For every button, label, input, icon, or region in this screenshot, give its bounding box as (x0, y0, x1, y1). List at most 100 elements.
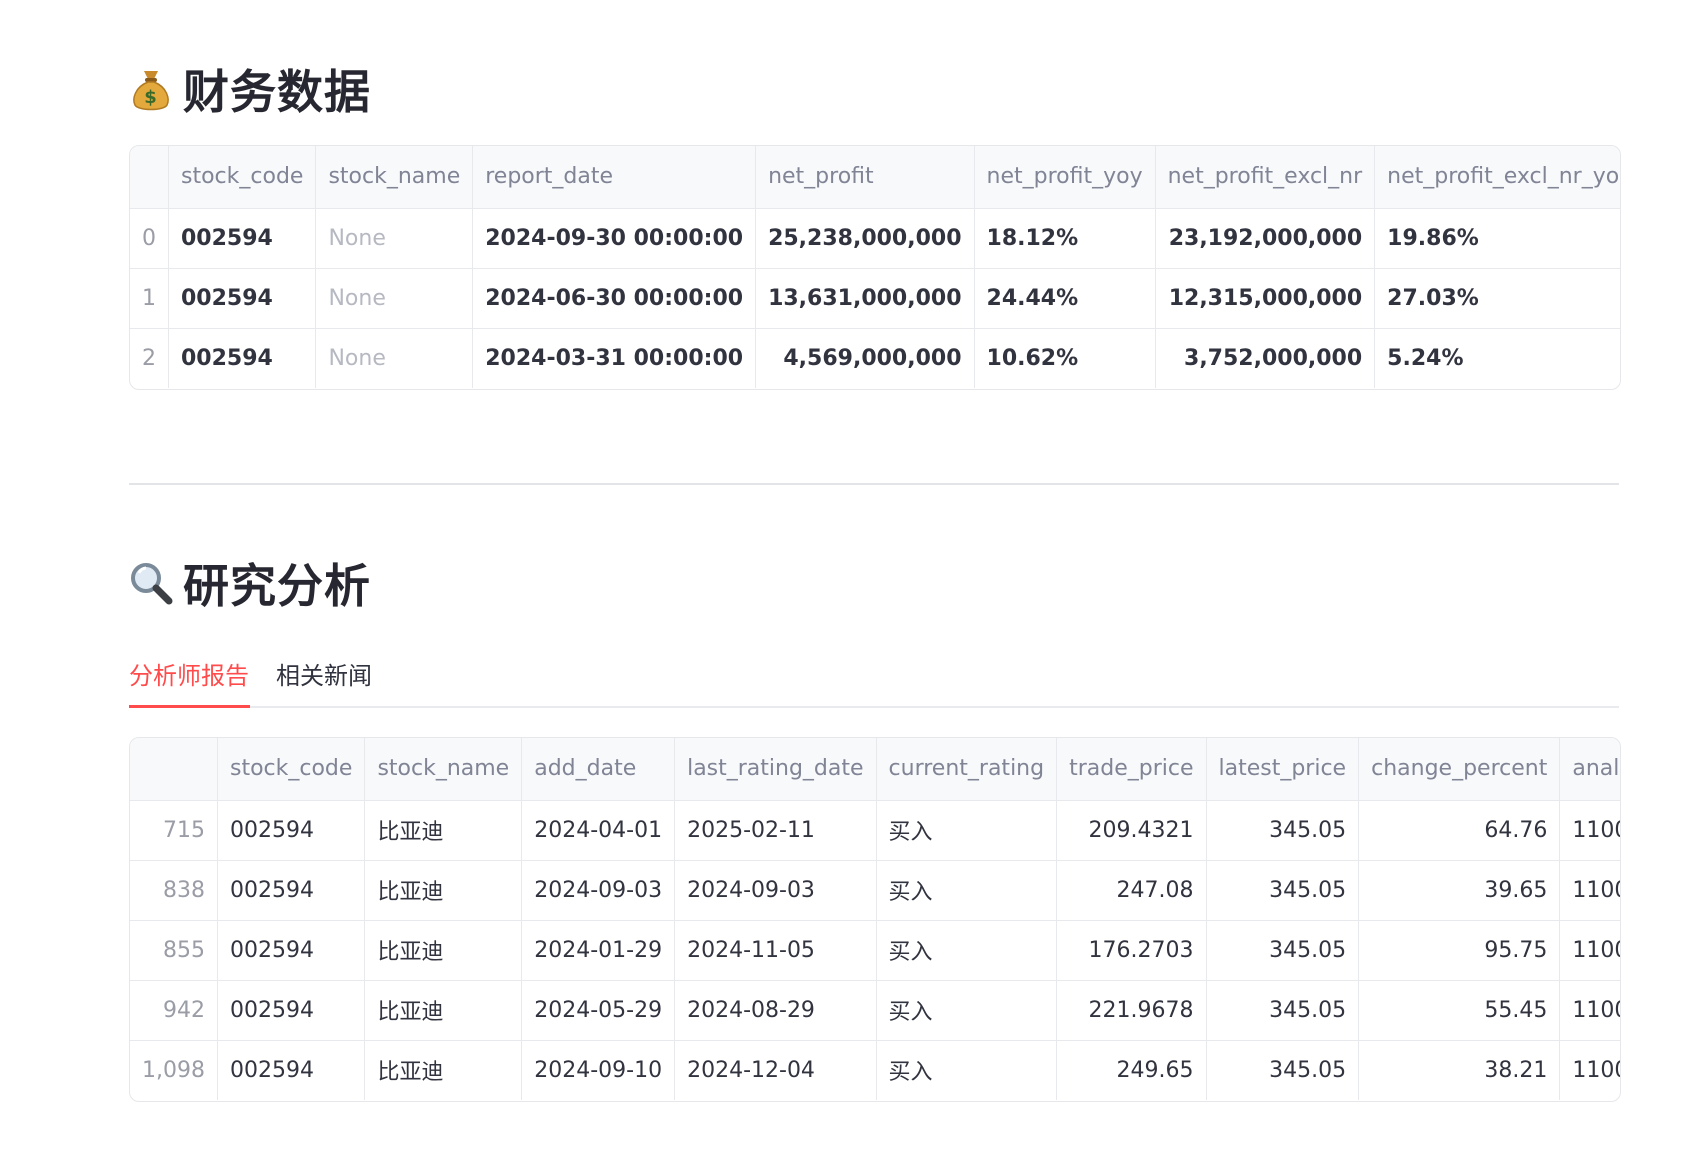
column-header[interactable]: current_rating (876, 738, 1058, 801)
index-header[interactable] (130, 146, 169, 209)
table-cell[interactable]: 2025-02-11 (674, 800, 877, 861)
table-cell[interactable]: 买入 (876, 980, 1058, 1041)
table-cell[interactable]: 19.86% (1374, 208, 1620, 269)
table-cell[interactable]: 2024-03-31 00:00:00 (472, 328, 757, 388)
column-header[interactable]: net_profit (755, 146, 975, 209)
table-cell[interactable]: 1100044326 (1559, 1040, 1620, 1100)
row-index: 838 (130, 860, 218, 921)
table-cell[interactable]: 345.05 (1206, 800, 1360, 861)
table-cell[interactable]: 1100024883 (1559, 980, 1620, 1041)
column-header[interactable]: net_profit_excl_nr_yoy (1374, 146, 1620, 209)
table-cell[interactable]: 002594 (168, 208, 317, 269)
table-cell[interactable]: 买入 (876, 800, 1058, 861)
table-cell[interactable]: 64.76 (1358, 800, 1561, 861)
column-header[interactable]: net_profit_excl_nr (1155, 146, 1376, 209)
index-header[interactable] (130, 738, 218, 801)
table-cell[interactable]: 比亚迪 (364, 800, 523, 861)
table-cell[interactable]: 247.08 (1056, 860, 1207, 921)
table-cell[interactable]: 002594 (168, 328, 317, 388)
column-header[interactable]: analyst_id (1559, 738, 1620, 801)
table-cell[interactable]: 209.4321 (1056, 800, 1207, 861)
table-cell[interactable]: 买入 (876, 860, 1058, 921)
active-tab-indicator (129, 705, 250, 708)
row-index: 1,098 (130, 1040, 218, 1100)
tab-related-news[interactable]: 相关新闻 (276, 656, 372, 691)
table-cell[interactable]: 买入 (876, 920, 1058, 981)
column-header[interactable]: report_date (472, 146, 757, 209)
table-cell[interactable]: 比亚迪 (364, 860, 523, 921)
column-header[interactable]: last_rating_date (674, 738, 877, 801)
svg-text:$: $ (144, 87, 158, 108)
table-cell[interactable]: 002594 (217, 1040, 366, 1100)
table-row: 942 002594 比亚迪 2024-05-29 2024-08-29 买入 221.96… (130, 980, 1620, 1041)
table-cell[interactable]: 002594 (217, 800, 366, 861)
table-row: 1,098 002594 比亚迪 2024-09-10 2024-12-04 买入 249.… (130, 1040, 1620, 1100)
table-cell[interactable]: 2024-05-29 (521, 980, 676, 1041)
table-cell[interactable]: 345.05 (1206, 920, 1360, 981)
table-cell[interactable]: None (315, 268, 474, 329)
table-cell[interactable]: 002594 (217, 980, 366, 1041)
table-cell[interactable]: 5.24% (1374, 328, 1620, 388)
column-header[interactable]: change_percent (1358, 738, 1561, 801)
magnifying-glass-icon (131, 563, 173, 605)
table-cell[interactable]: 2024-09-03 (674, 860, 877, 921)
table-cell[interactable]: 24.44% (974, 268, 1156, 329)
table-cell[interactable]: 买入 (876, 1040, 1058, 1100)
table-cell[interactable]: 1100044414 (1559, 920, 1620, 981)
table-cell[interactable]: 2024-04-01 (521, 800, 676, 861)
table-cell[interactable]: 38.21 (1358, 1040, 1561, 1100)
analyst-dataframe[interactable]: stock_code stock_name add_date last_rating_… (129, 737, 1621, 1102)
table-cell[interactable]: 2024-09-30 00:00:00 (472, 208, 757, 269)
column-header[interactable]: stock_code (168, 146, 317, 209)
table-cell[interactable]: 18.12% (974, 208, 1156, 269)
column-header[interactable]: net_profit_yoy (974, 146, 1156, 209)
table-cell[interactable]: 1100032293 (1559, 800, 1620, 861)
table-cell[interactable]: 345.05 (1206, 1040, 1360, 1100)
table-cell[interactable]: 2024-11-05 (674, 920, 877, 981)
table-cell[interactable]: 2024-12-04 (674, 1040, 877, 1100)
financial-dataframe[interactable]: stock_code stock_name report_date net_profi… (129, 145, 1621, 390)
table-cell[interactable]: None (315, 208, 474, 269)
table-cell[interactable]: 2024-09-03 (521, 860, 676, 921)
table-cell[interactable]: 2024-09-10 (521, 1040, 676, 1100)
table-cell[interactable]: 比亚迪 (364, 920, 523, 981)
table-cell[interactable]: 12,315,000,000 (1155, 268, 1376, 329)
table-cell[interactable]: 345.05 (1206, 980, 1360, 1041)
table-cell[interactable]: 002594 (217, 920, 366, 981)
table-cell[interactable]: 249.65 (1056, 1040, 1207, 1100)
table-cell[interactable]: 55.45 (1358, 980, 1561, 1041)
row-index: 0 (130, 208, 169, 269)
table-cell[interactable]: 39.65 (1358, 860, 1561, 921)
table-cell[interactable]: 25,238,000,000 (755, 208, 975, 269)
table-cell[interactable]: None (315, 328, 474, 388)
table-cell[interactable]: 13,631,000,000 (755, 268, 975, 329)
money-bag-icon: $ (133, 71, 169, 111)
table-cell[interactable]: 345.05 (1206, 860, 1360, 921)
table-cell[interactable]: 比亚迪 (364, 980, 523, 1041)
table-cell[interactable]: 002594 (217, 860, 366, 921)
table-cell[interactable]: 2024-01-29 (521, 920, 676, 981)
table-cell[interactable]: 002594 (168, 268, 317, 329)
table-cell[interactable]: 27.03% (1374, 268, 1620, 329)
column-header[interactable]: latest_price (1206, 738, 1360, 801)
column-header[interactable]: stock_name (315, 146, 474, 209)
table-cell[interactable]: 10.62% (974, 328, 1156, 388)
table-cell[interactable]: 23,192,000,000 (1155, 208, 1376, 269)
column-header[interactable]: stock_name (364, 738, 523, 801)
table-cell[interactable]: 3,752,000,000 (1155, 328, 1376, 388)
tab-analyst-reports[interactable]: 分析师报告 (129, 656, 249, 691)
row-index: 2 (130, 328, 169, 388)
table-cell[interactable]: 2024-06-30 00:00:00 (472, 268, 757, 329)
table-cell[interactable]: 95.75 (1358, 920, 1561, 981)
table-cell[interactable]: 1100047203 (1559, 860, 1620, 921)
table-cell[interactable]: 4,569,000,000 (755, 328, 975, 388)
column-header[interactable]: trade_price (1056, 738, 1207, 801)
table-cell[interactable]: 221.9678 (1056, 980, 1207, 1041)
column-header[interactable]: stock_code (217, 738, 366, 801)
table-cell[interactable]: 2024-08-29 (674, 980, 877, 1041)
analyst-table: stock_code stock_name add_date last_rating_… (130, 738, 1620, 1100)
table-cell[interactable]: 176.2703 (1056, 920, 1207, 981)
table-cell[interactable]: 比亚迪 (364, 1040, 523, 1100)
column-header[interactable]: add_date (521, 738, 676, 801)
table-row: 0 002594 None 2024-09-30 00:00:00 25,238,000… (130, 208, 1620, 269)
